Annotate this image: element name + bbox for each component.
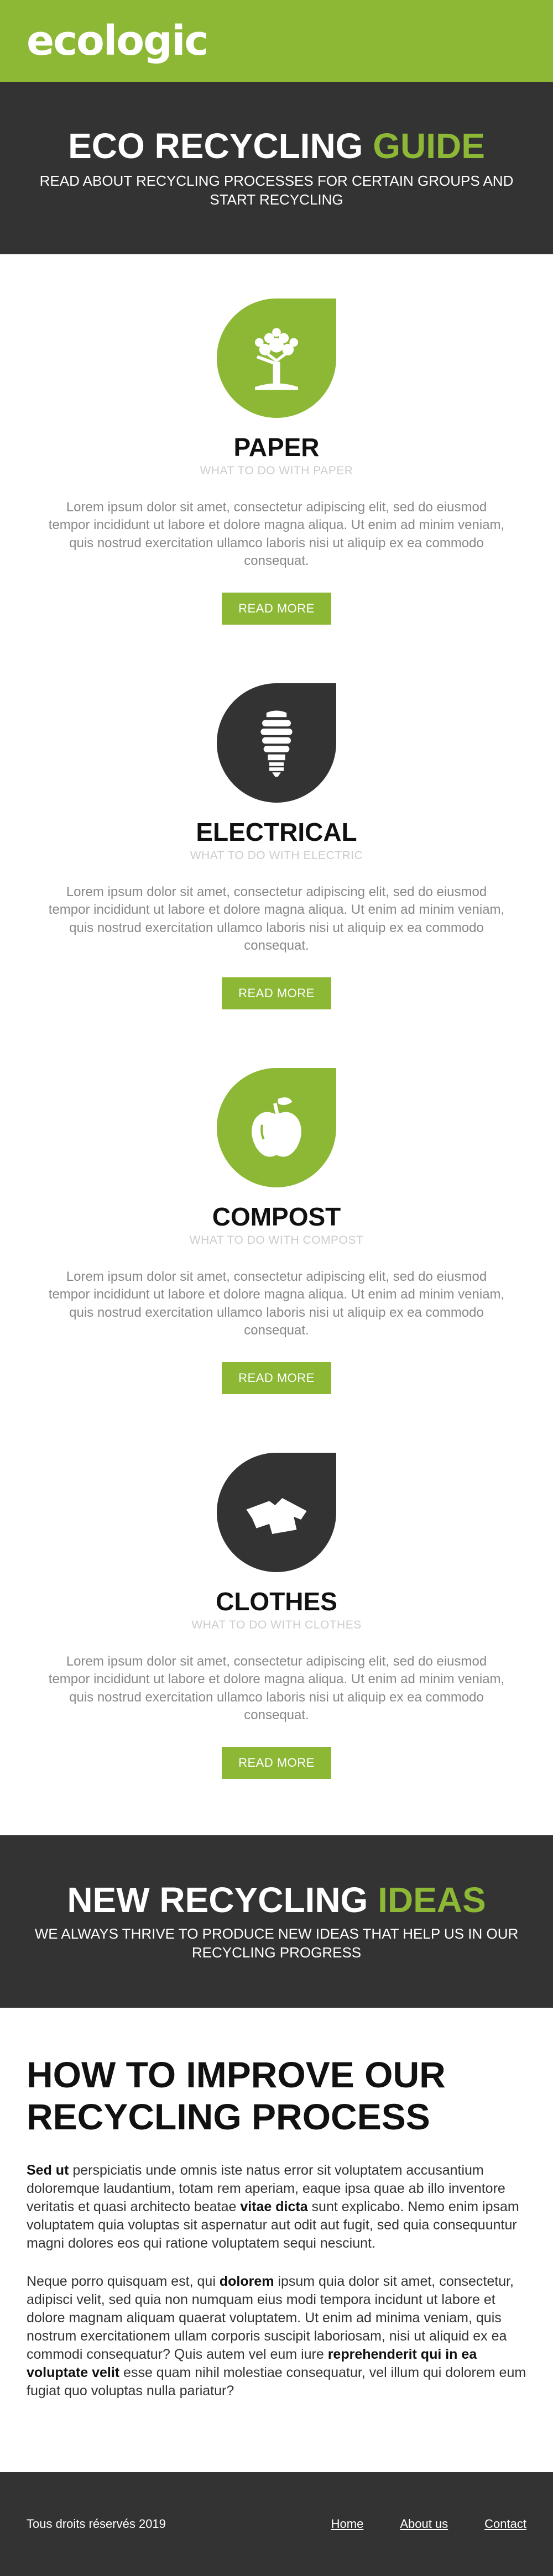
read-more-button[interactable]: READ MORE [222,1362,331,1394]
bold-text: vitae dicta [240,2198,308,2214]
copyright: Tous droits réservés 2019 [27,2517,166,2531]
bold-text: Sed ut [27,2162,69,2178]
improve-title: HOW TO IMPROVE OUR RECYCLING PROCESS [27,2054,446,2137]
card-title: ELECTRICAL [196,818,357,846]
text: Neque porro quisquam est, qui [27,2273,220,2289]
recycling-guide: PAPER WHAT TO DO WITH PAPER Lorem ipsum … [0,254,553,1835]
ideas-banner: NEW RECYCLING IDEAS WE ALWAYS THRIVE TO … [0,1835,553,2008]
improve-section: HOW TO IMPROVE OUR RECYCLING PROCESS Sed… [0,2008,553,2472]
footer-link-about[interactable]: About us [400,2517,448,2531]
top-bar: ecologic [0,0,553,82]
card-body: Lorem ipsum dolor sit amet, consectetur … [48,1269,505,1338]
card-body: Lorem ipsum dolor sit amet, consectetur … [48,500,505,569]
guide-card-clothes: CLOTHES WHAT TO DO WITH CLOTHES Lorem ip… [0,1453,553,1837]
bold-text: dolorem [219,2273,274,2289]
card-title: CLOTHES [216,1587,337,1616]
ideas-title: NEW RECYCLING IDEAS [67,1881,486,1919]
footer-link-contact[interactable]: Contact [484,2517,526,2531]
card-subtitle: WHAT TO DO WITH COMPOST [189,1234,364,1247]
footer-link-home[interactable]: Home [331,2517,364,2531]
ideas-title-accent: IDEAS [378,1880,486,1920]
card-subtitle: WHAT TO DO WITH PAPER [200,464,353,477]
guide-card-paper: PAPER WHAT TO DO WITH PAPER Lorem ipsum … [0,299,553,683]
footer-nav: Home About us Contact [331,2517,526,2531]
apple-icon [217,1068,336,1187]
read-more-button[interactable]: READ MORE [222,592,331,625]
card-body: Lorem ipsum dolor sit amet, consectetur … [48,884,505,954]
lightbulb-icon [217,683,336,803]
improve-paragraph-2: Neque porro quisquam est, qui dolorem ip… [27,2273,526,2400]
ideas-subtitle: WE ALWAYS THRIVE TO PRODUCE NEW IDEAS TH… [34,1925,519,1961]
hero-subtitle: READ ABOUT RECYCLING PROCESSES FOR CERTA… [39,172,514,208]
footer: Tous droits réservés 2019 Home About us … [0,2472,553,2576]
card-title: PAPER [233,433,320,462]
hero-title-accent: GUIDE [373,126,485,166]
ideas-title-main: NEW RECYCLING [67,1880,378,1920]
hero-banner: ECO RECYCLING GUIDE READ ABOUT RECYCLING… [0,82,553,254]
guide-card-electrical: ELECTRICAL WHAT TO DO WITH ELECTRIC Lore… [0,683,553,1068]
ecologic-logo[interactable]: ecologic [27,20,208,61]
card-body: Lorem ipsum dolor sit amet, consectetur … [48,1654,505,1723]
read-more-button[interactable]: READ MORE [222,977,331,1009]
tree-icon [217,299,336,418]
card-subtitle: WHAT TO DO WITH CLOTHES [191,1619,362,1631]
hero-title: ECO RECYCLING GUIDE [68,127,485,165]
read-more-button[interactable]: READ MORE [222,1746,331,1779]
guide-card-compost: COMPOST WHAT TO DO WITH COMPOST Lorem ip… [0,1068,553,1453]
hero-title-main: ECO RECYCLING [68,126,373,166]
card-subtitle: WHAT TO DO WITH ELECTRIC [190,849,363,862]
card-title: COMPOST [212,1202,341,1231]
shirt-icon [217,1453,336,1572]
improve-paragraph-1: Sed ut perspiciatis unde omnis iste natu… [27,2161,526,2253]
